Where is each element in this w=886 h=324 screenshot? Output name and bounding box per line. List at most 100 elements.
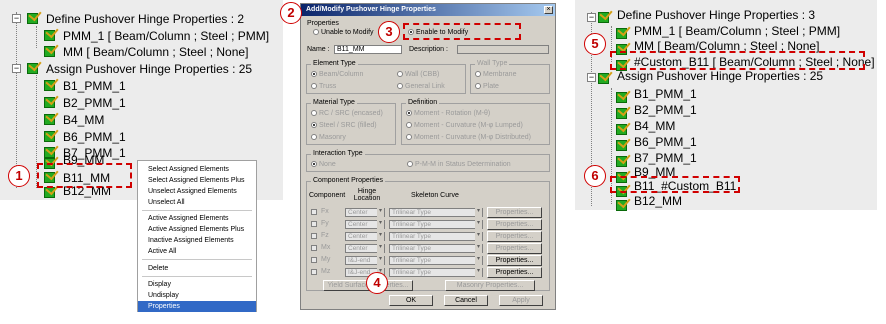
radio-dot <box>407 161 413 168</box>
properties-label: Properties <box>307 20 339 27</box>
menu-separator <box>142 259 252 260</box>
properties-button-mx[interactable]: Properties... <box>487 243 542 254</box>
name-label: Name : <box>307 46 330 53</box>
location-fz[interactable]: Center <box>345 232 385 241</box>
menu-active-assigned-plus[interactable]: Active Assigned Elements Plus <box>138 224 256 235</box>
hinge-folder-icon <box>598 73 609 84</box>
col-component: Component <box>309 192 346 199</box>
collapse-icon[interactable]: − <box>12 14 21 23</box>
apply-button[interactable]: Apply <box>499 295 543 306</box>
location-fy[interactable]: Center <box>345 220 385 229</box>
curve-mx[interactable]: Trilinear Type <box>389 244 483 253</box>
radio-dot <box>311 71 317 78</box>
material-type-title: Material Type <box>311 99 357 107</box>
radio-interaction-none[interactable]: None <box>311 161 336 169</box>
component-mz: Mz <box>321 268 331 275</box>
properties-button-my[interactable]: Properties... <box>487 255 542 266</box>
collapse-icon[interactable]: − <box>587 13 596 22</box>
menu-inactive-assigned[interactable]: Inactive Assigned Elements <box>138 235 256 246</box>
hinge-assign-icon <box>44 80 55 91</box>
checkbox-fz[interactable] <box>311 233 317 239</box>
menu-active-assigned[interactable]: Active Assigned Elements <box>138 213 256 224</box>
dialog-title: Add/Modify Pushover Hinge Properties <box>301 4 555 16</box>
checkbox-mx[interactable] <box>311 245 317 251</box>
location-mx[interactable]: Center <box>345 244 385 253</box>
location-fx[interactable]: Center <box>345 208 385 217</box>
highlight-b11 <box>37 163 132 188</box>
menu-select-assigned-plus[interactable]: Select Assigned Elements Plus <box>138 175 256 186</box>
wall-type-title: Wall Type <box>475 60 510 68</box>
menu-delete[interactable]: Delete <box>138 263 256 274</box>
col-skeleton-curve: Skeleton Curve <box>411 192 459 199</box>
masonry-properties-button[interactable]: Masonry Properties... <box>445 280 535 291</box>
name-field[interactable]: B11_MM <box>334 45 402 54</box>
ok-button[interactable]: OK <box>389 295 433 306</box>
definition-group: Definition Moment - Rotation (M-θ) Momen… <box>401 99 550 145</box>
checkbox-fy[interactable] <box>311 221 317 227</box>
component-fx: Fx <box>321 208 329 215</box>
component-properties-title: Component Properties <box>311 177 386 185</box>
radio-steel-src[interactable]: Steel / SRC (filled) <box>311 122 377 130</box>
menu-unselect-assigned[interactable]: Unselect Assigned Elements <box>138 186 256 197</box>
hinge-assign-icon <box>44 131 55 142</box>
cancel-button[interactable]: Cancel <box>444 295 488 306</box>
hinge-property-icon <box>44 30 55 41</box>
step-badge-1: 1 <box>8 165 30 187</box>
close-icon[interactable]: × <box>544 6 553 14</box>
menu-undisplay[interactable]: Undisplay <box>138 290 256 301</box>
curve-mz[interactable]: Trilinear Type <box>389 268 483 277</box>
curve-fy[interactable]: Trilinear Type <box>389 220 483 229</box>
properties-button-mz[interactable]: Properties... <box>487 267 542 278</box>
highlight-custom-definition <box>610 51 865 70</box>
properties-button-fz[interactable]: Properties... <box>487 231 542 242</box>
radio-beam-column[interactable]: Beam/Column <box>311 71 363 79</box>
menu-select-assigned[interactable]: Select Assigned Elements <box>138 164 256 175</box>
curve-fz[interactable]: Trilinear Type <box>389 232 483 241</box>
component-fy: Fy <box>321 220 329 227</box>
radio-unable-modify[interactable]: Unable to Modify <box>313 29 374 37</box>
wall-type-group: Wall Type Membrane Plate <box>470 60 550 94</box>
radio-masonry[interactable]: Masonry <box>311 134 346 142</box>
step-badge-6: 6 <box>584 165 606 187</box>
hinge-assign-icon <box>616 200 627 211</box>
collapse-icon[interactable]: − <box>12 64 21 73</box>
radio-moment-curvature-lumped[interactable]: Moment - Curvature (M-φ Lumped) <box>406 122 523 130</box>
radio-pmm[interactable]: P-M-M in Status Determination <box>407 161 511 169</box>
definition-title: Definition <box>406 99 440 107</box>
interaction-type-title: Interaction Type <box>311 150 365 158</box>
curve-my[interactable]: Trilinear Type <box>389 256 483 265</box>
location-my[interactable]: I&J-end <box>345 256 385 265</box>
description-label: Description : <box>409 46 448 53</box>
radio-moment-rotation[interactable]: Moment - Rotation (M-θ) <box>406 110 490 118</box>
hinge-folder-icon <box>27 63 38 74</box>
hinge-assign-icon <box>44 114 55 125</box>
step-badge-2: 2 <box>280 2 302 24</box>
properties-button-fy[interactable]: Properties... <box>487 219 542 230</box>
radio-truss[interactable]: Truss <box>311 83 336 91</box>
radio-dot <box>406 122 412 129</box>
checkbox-fx[interactable] <box>311 209 317 215</box>
radio-rc-src[interactable]: RC / SRC (encased) <box>311 110 383 118</box>
hinge-property-icon <box>44 46 55 57</box>
checkbox-my[interactable] <box>311 257 317 263</box>
menu-unselect-all[interactable]: Unselect All <box>138 197 256 208</box>
hinge-properties-dialog: Add/Modify Pushover Hinge Properties × P… <box>300 3 556 310</box>
hinge-assign-icon <box>616 124 627 135</box>
checkbox-mz[interactable] <box>311 269 317 275</box>
tree-connector <box>16 12 17 188</box>
radio-moment-curvature-distributed[interactable]: Moment - Curvature (M-φ Distributed) <box>406 134 531 142</box>
menu-active-all[interactable]: Active All <box>138 246 256 257</box>
radio-plate[interactable]: Plate <box>475 83 499 91</box>
menu-properties[interactable]: Properties <box>138 301 256 312</box>
radio-wall[interactable]: Wall (CBB) <box>397 71 439 79</box>
radio-general-link[interactable]: General Link <box>397 83 445 91</box>
radio-dot <box>475 71 481 78</box>
radio-membrane[interactable]: Membrane <box>475 71 516 79</box>
hinge-assign-icon <box>616 92 627 103</box>
radio-dot <box>311 161 317 168</box>
description-field[interactable] <box>457 45 549 54</box>
curve-fx[interactable]: Trilinear Type <box>389 208 483 217</box>
menu-display[interactable]: Display <box>138 279 256 290</box>
collapse-icon[interactable]: − <box>587 73 596 82</box>
properties-button-fx[interactable]: Properties... <box>487 207 542 218</box>
